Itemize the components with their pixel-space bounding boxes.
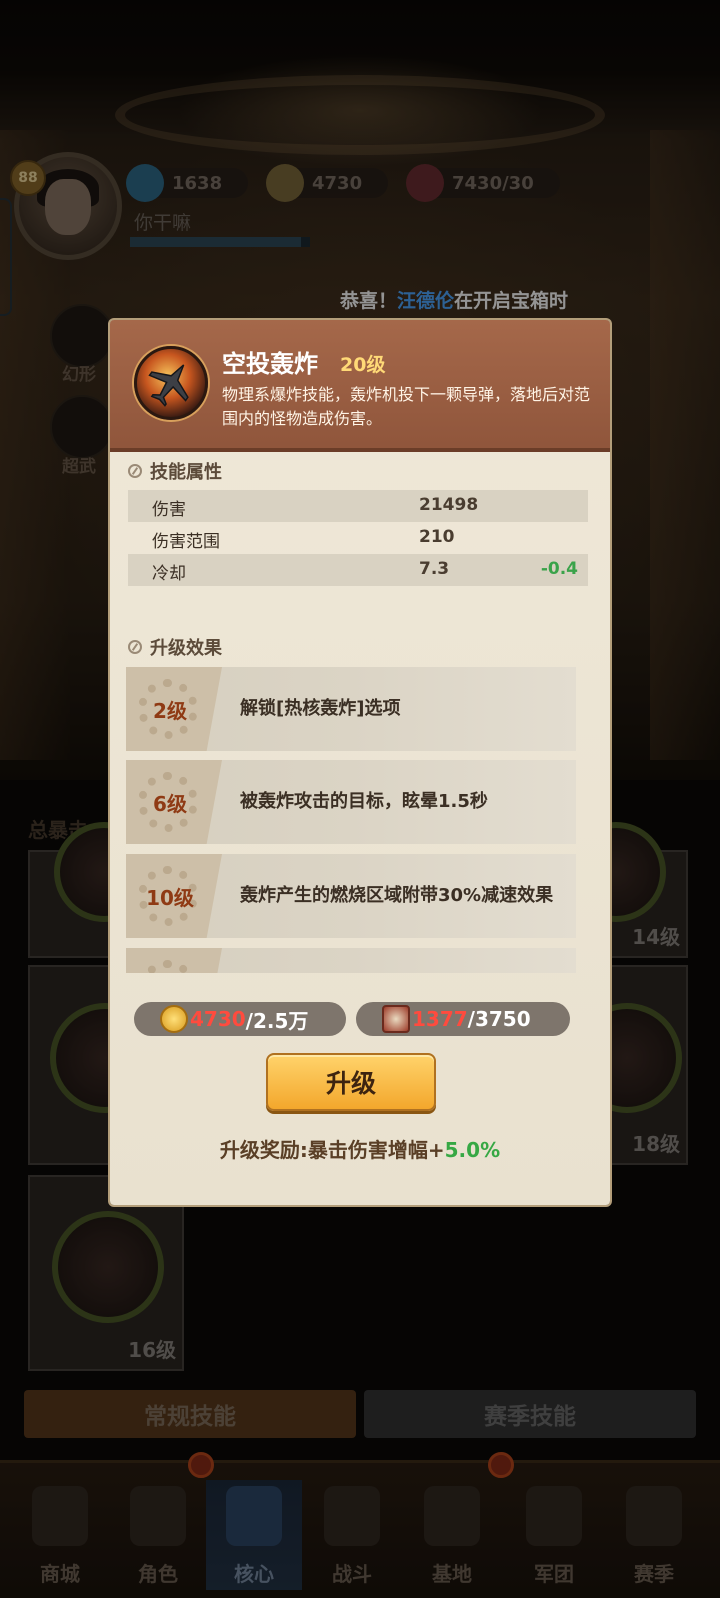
upgrade-level: 2级 xyxy=(153,699,187,723)
coin-owned: 4730 xyxy=(190,1007,246,1031)
attribute-name: 伤害范围 xyxy=(152,532,220,552)
upgrade-level: 10级 xyxy=(146,886,194,910)
attribute-name: 冷却 xyxy=(152,564,186,584)
attribute-value: 21498 xyxy=(419,495,479,515)
upgrade-description: 解锁[热核轰炸]选项 xyxy=(240,698,401,719)
level-box xyxy=(126,948,222,973)
upgrade-description: 被轰炸攻击的目标，眩晕1.5秒 xyxy=(240,791,488,812)
upgrades-section-title: 升级效果 xyxy=(128,634,222,660)
attribute-value: 210 xyxy=(419,527,455,547)
skill-book-icon xyxy=(382,1005,410,1033)
upgrade-effects-list[interactable]: 2级 解锁[热核轰炸]选项 6级 被轰炸攻击的目标，眩晕1.5秒 10级 轰炸产… xyxy=(126,667,576,973)
upgrade-description: 轰炸产生的燃烧区域附带30%减速效果 xyxy=(240,885,554,906)
attribute-row: 伤害 21498 xyxy=(128,490,588,522)
skill-level: 20级 xyxy=(340,354,386,376)
section-bullet-icon xyxy=(128,464,142,478)
gear-icon xyxy=(138,960,198,973)
upgrade-effect-row: 6级 被轰炸攻击的目标，眩晕1.5秒 xyxy=(126,760,576,844)
upgrade-effect-row xyxy=(126,948,576,973)
coin-cost: 4730/2.5万 xyxy=(134,1002,346,1036)
upgrade-effect-row: 10级 轰炸产生的燃烧区域附带30%减速效果 xyxy=(126,854,576,938)
coin-required: /2.5万 xyxy=(245,1008,309,1033)
attribute-name: 伤害 xyxy=(152,500,186,520)
bomber-jet-icon xyxy=(134,346,208,420)
skill-header: 空投轰炸 20级 物理系爆炸技能，轰炸机投下一颗导弹，落地后对范围内的怪物造成伤… xyxy=(110,320,610,452)
section-title-text: 升级效果 xyxy=(150,638,222,659)
upgrade-button[interactable]: 升级 xyxy=(266,1053,436,1111)
skill-book-cost: 1377/3750 xyxy=(356,1002,570,1036)
skill-detail-dialog: 空投轰炸 20级 物理系爆炸技能，轰炸机投下一颗导弹，落地后对范围内的怪物造成伤… xyxy=(110,320,610,1205)
coin-icon xyxy=(160,1005,188,1033)
upgrade-level: 6级 xyxy=(153,792,187,816)
reward-value: 5.0% xyxy=(444,1138,501,1162)
upgrade-effect-row: 2级 解锁[热核轰炸]选项 xyxy=(126,667,576,751)
section-bullet-icon xyxy=(128,640,142,654)
attributes-section-title: 技能属性 xyxy=(128,458,222,484)
skill-book-required: /3750 xyxy=(467,1007,531,1031)
reward-label: 升级奖励:暴击伤害增幅+ xyxy=(219,1138,445,1162)
section-title-text: 技能属性 xyxy=(150,462,222,483)
attribute-row: 伤害范围 210 xyxy=(128,522,588,554)
skill-book-owned: 1377 xyxy=(412,1007,468,1031)
attribute-row: 冷却 7.3 -0.4 xyxy=(128,554,588,586)
attribute-delta: -0.4 xyxy=(540,559,578,579)
skill-name: 空投轰炸 xyxy=(222,350,318,378)
upgrade-description xyxy=(240,948,560,973)
skill-description: 物理系爆炸技能，轰炸机投下一颗导弹，落地后对范围内的怪物造成伤害。 xyxy=(222,385,591,428)
upgrade-reward: 升级奖励:暴击伤害增幅+5.0% xyxy=(110,1134,610,1163)
attribute-value: 7.3 xyxy=(419,559,450,579)
